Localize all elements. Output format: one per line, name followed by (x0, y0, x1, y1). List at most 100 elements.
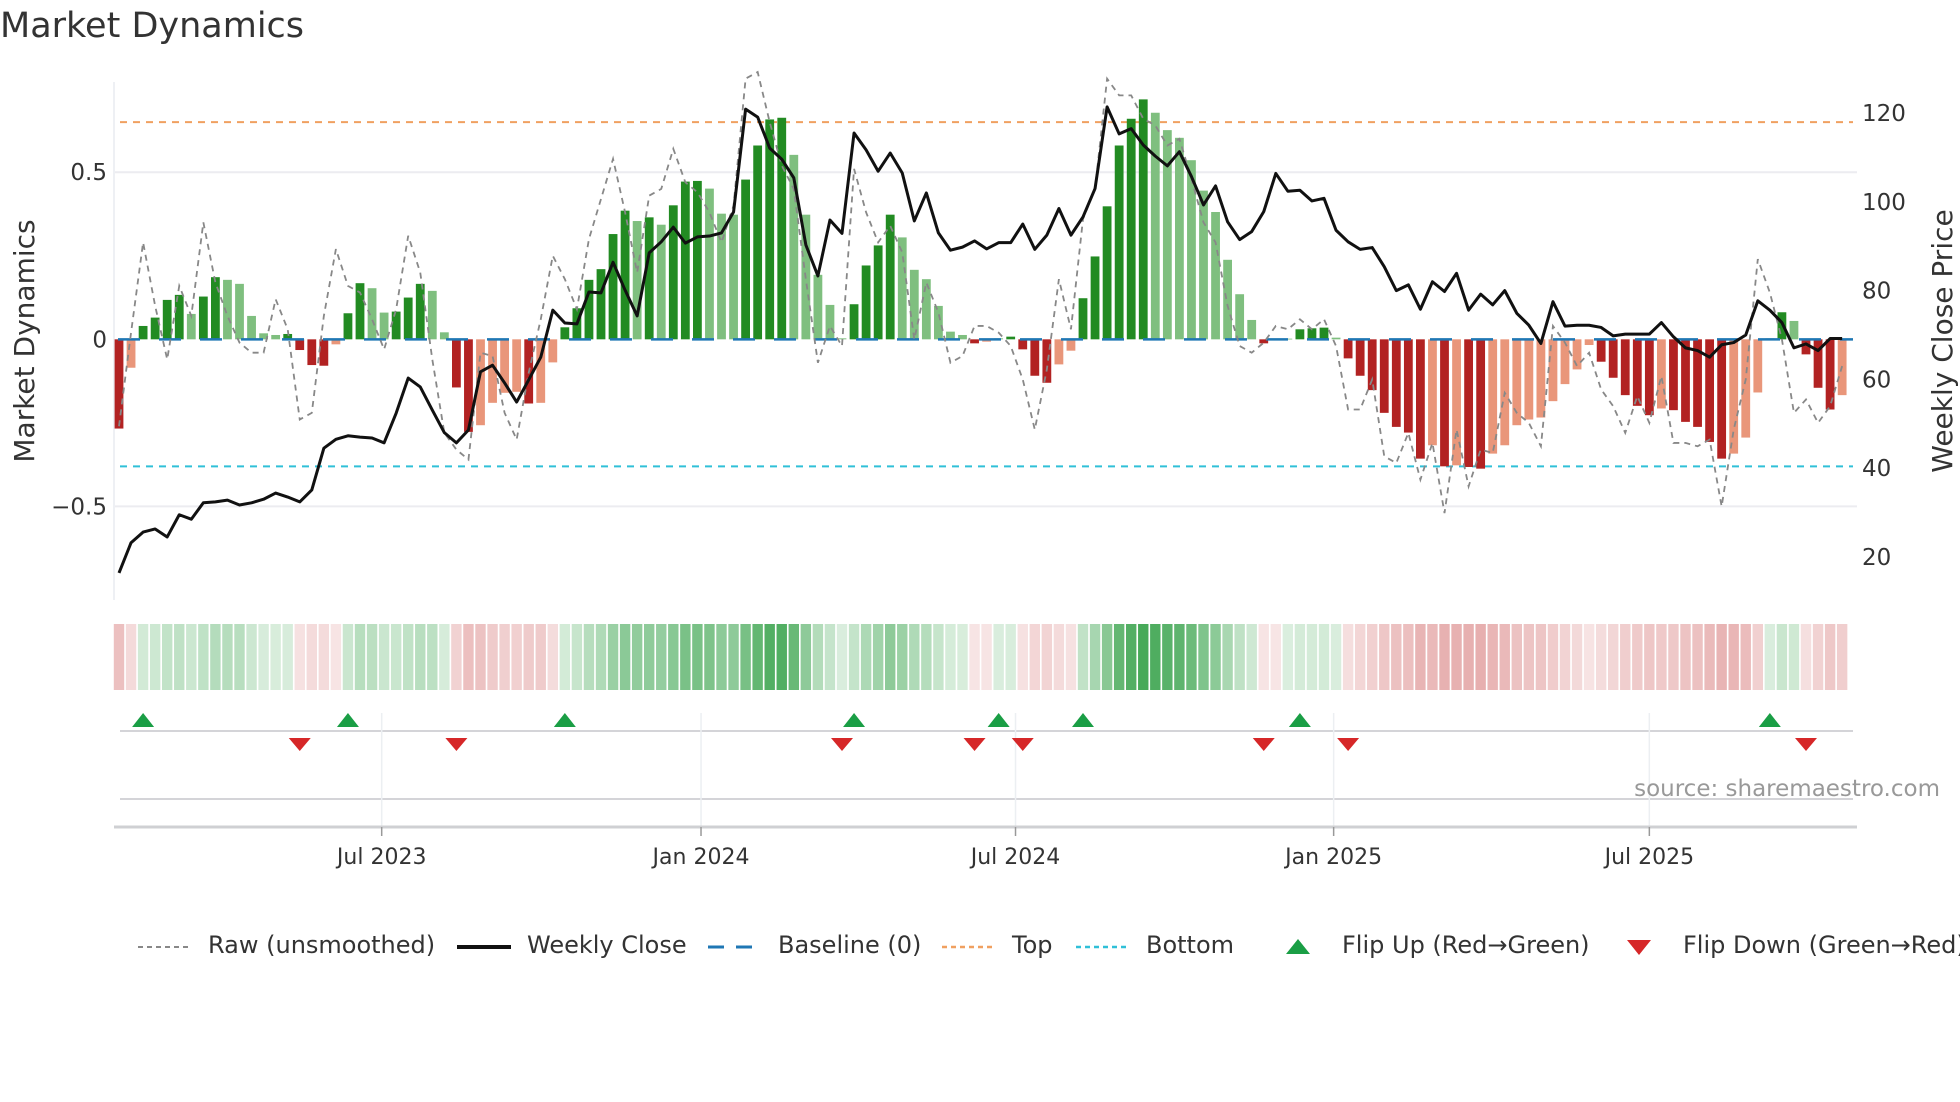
heatmap-cell (1487, 624, 1498, 690)
y2-tick-label: 80 (1862, 279, 1891, 305)
heatmap-cell (1017, 624, 1028, 690)
dynamics-bar (343, 313, 353, 340)
legend-item-top: Top (940, 925, 1053, 965)
legend-item-flip_down: Flip Down (Green→Red) (1611, 925, 1960, 965)
dynamics-bar (1367, 339, 1377, 391)
heatmap-cell (511, 624, 522, 690)
dynamics-bar (777, 117, 787, 340)
flip-down-marker (1795, 738, 1817, 751)
dynamics-bar (1536, 339, 1546, 418)
dynamics-bar (1150, 112, 1160, 340)
heatmap-cell (728, 624, 739, 690)
heatmap-cell (776, 624, 787, 690)
dynamics-bar (1428, 339, 1437, 446)
y2-tick-label: 40 (1862, 456, 1891, 482)
heatmap-cell (222, 624, 233, 690)
legend-label: Flip Up (Red→Green) (1342, 931, 1590, 959)
heatmap-cell (1270, 624, 1281, 690)
dynamics-bar (1211, 212, 1220, 340)
heatmap-cell (1089, 624, 1101, 690)
heatmap-cell (1728, 624, 1739, 690)
dynamics-bar (1584, 339, 1594, 346)
heatmap-cell (1535, 624, 1547, 690)
y-tick-label: −0.5 (51, 494, 107, 520)
heatmap-cell (800, 624, 812, 690)
dynamics-bar (620, 210, 630, 340)
heatmap-cell (1523, 624, 1535, 690)
heatmap-cell (1210, 624, 1221, 690)
dynamics-bar (1644, 339, 1654, 416)
heatmap-cell (1824, 624, 1836, 690)
heatmap-cell (463, 624, 474, 690)
heatmap-cell (1174, 624, 1185, 690)
dynamics-bar (1669, 339, 1678, 411)
dynamics-bar (415, 283, 425, 340)
x-tick-label: Jul 2023 (335, 845, 427, 870)
heatmap-cell (1620, 624, 1631, 690)
heatmap-cell (1644, 624, 1655, 690)
heatmap-cell (1740, 624, 1751, 690)
heatmap-cell (125, 624, 137, 690)
heatmap-cell (668, 624, 679, 690)
heatmap-cell (1764, 624, 1776, 690)
heatmap-cell (306, 624, 317, 690)
source-label: source: sharemaestro.com (1634, 776, 1940, 802)
heatmap-cell (390, 624, 402, 690)
heatmap-cell (752, 624, 763, 690)
series-lines (117, 70, 1853, 574)
heatmap-cell (1415, 624, 1426, 690)
legend-label: Raw (unsmoothed) (208, 931, 436, 959)
heatmap-cell (897, 624, 908, 690)
heatmap-cell (1222, 624, 1233, 690)
dynamics-bar (1524, 339, 1534, 420)
dynamics-bar (1403, 339, 1413, 433)
heatmap-cell (1752, 624, 1763, 690)
heatmap-cell (162, 624, 173, 690)
heatmap-cell (1463, 624, 1474, 690)
heatmap-cell (1451, 624, 1462, 690)
flip-down-marker (963, 738, 986, 751)
heatmap-cell (656, 624, 667, 690)
dynamics-bar (1632, 339, 1642, 406)
legend-label: Weekly Close (527, 931, 687, 959)
heatmap-cell (113, 624, 125, 690)
flip-up-marker (1072, 713, 1094, 727)
legend-item-bottom: Bottom (1074, 925, 1234, 965)
heatmap-cell (1427, 624, 1438, 690)
dynamics-bar (1440, 339, 1449, 467)
heatmap-cell (149, 624, 161, 690)
y-axis-label: Market Dynamics (8, 219, 41, 462)
flip-down-marker (1337, 738, 1360, 751)
dynamics-bar (873, 245, 883, 340)
heatmap-cell (342, 624, 354, 690)
dynamics-bar (1018, 339, 1028, 350)
flip-up-marker (336, 713, 359, 727)
level-lines (120, 121, 1853, 468)
dynamics-bar (632, 221, 642, 340)
dynamics-bar (1126, 118, 1136, 340)
heatmap-strip (113, 624, 1848, 690)
dynamics-bar (1379, 339, 1389, 413)
heatmap-cell (788, 624, 799, 690)
heatmap-cell (583, 624, 595, 690)
heatmap-cell (1150, 624, 1161, 690)
heatmap-cell (198, 624, 209, 690)
heatmap-cell (619, 624, 631, 690)
heatmap-cell (1138, 624, 1149, 690)
dynamics-bar (753, 145, 763, 340)
dynamics-bar (1355, 339, 1365, 376)
dynamics-bar (668, 205, 678, 340)
dynamics-bar (162, 299, 172, 340)
dynamics-bar (813, 274, 823, 340)
heatmap-cell (547, 624, 558, 690)
heatmap-cell (1836, 624, 1848, 690)
legend-line-swatch (1074, 935, 1132, 955)
heatmap-cell (1101, 624, 1113, 690)
heatmap-cell (1282, 624, 1294, 690)
heatmap-cell (957, 624, 968, 690)
legend-line-swatch (136, 935, 194, 955)
heatmap-cell (1379, 624, 1390, 690)
dynamics-bar (1319, 327, 1329, 340)
heatmap-cell (1776, 624, 1788, 690)
heatmap-cell (969, 624, 980, 690)
